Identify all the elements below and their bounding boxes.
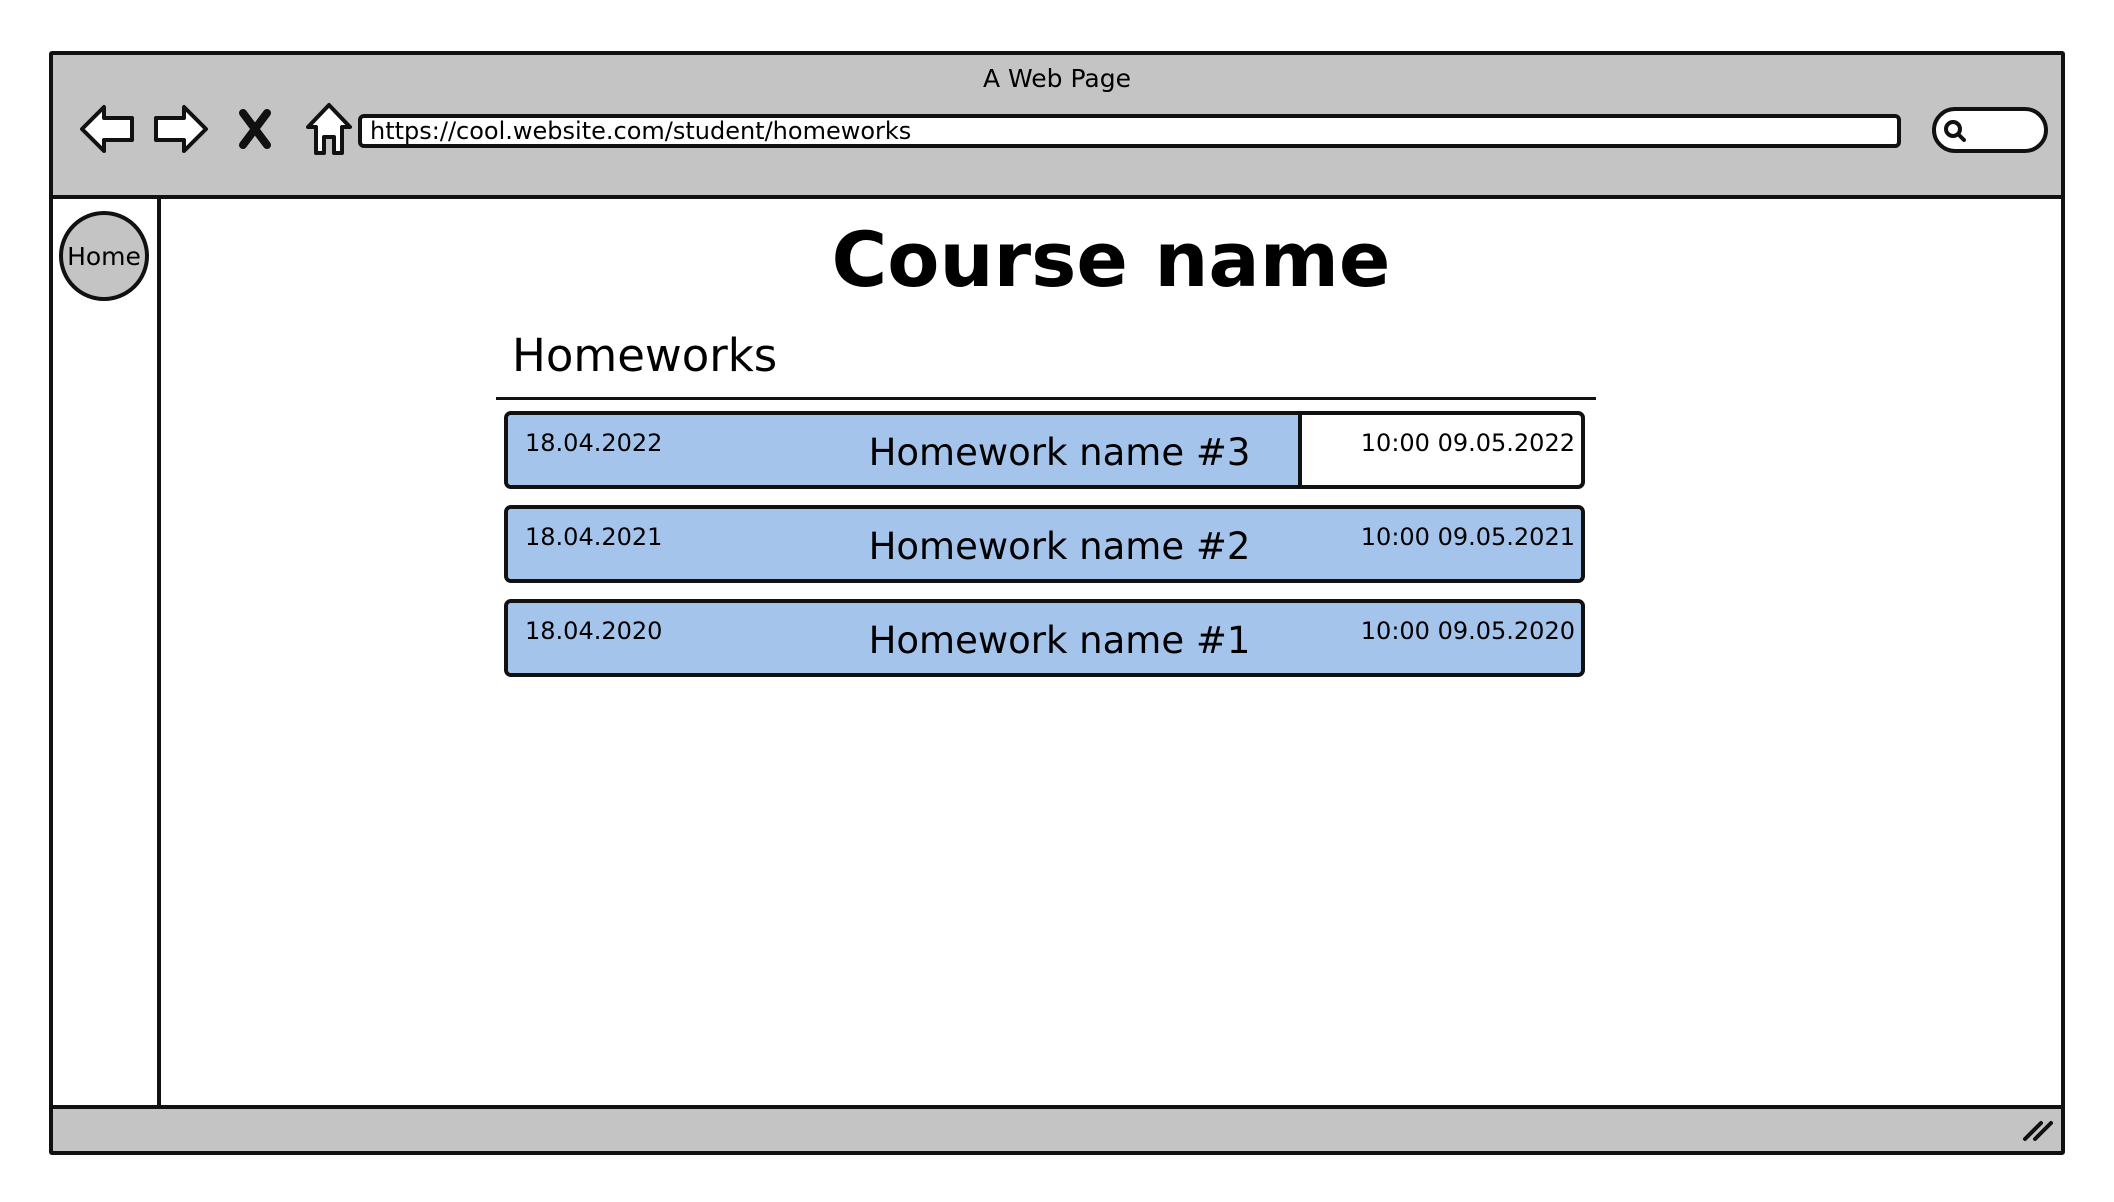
stop-icon[interactable] bbox=[225, 99, 285, 159]
homework-due-date: 10:00 09.05.2021 bbox=[1360, 523, 1575, 551]
homeworks-heading: Homeworks bbox=[512, 329, 778, 382]
search-icon bbox=[1942, 118, 1968, 148]
forward-arrow-icon[interactable] bbox=[151, 99, 211, 159]
page-viewport: Home Course name Homeworks 18.04.2022 Ho… bbox=[53, 195, 2061, 1109]
homework-due-date: 10:00 09.05.2022 bbox=[1360, 429, 1575, 457]
window-title: A Web Page bbox=[982, 64, 1132, 93]
search-field[interactable] bbox=[1932, 107, 2048, 153]
course-title: Course name bbox=[831, 215, 1391, 304]
homework-row[interactable]: 18.04.2022 Homework name #3 10:00 09.05.… bbox=[504, 411, 1585, 489]
url-bar[interactable]: https://cool.website.com/student/homewor… bbox=[358, 114, 1901, 148]
homework-list: 18.04.2022 Homework name #3 10:00 09.05.… bbox=[504, 411, 1585, 693]
homework-due-date: 10:00 09.05.2020 bbox=[1360, 617, 1575, 645]
home-button[interactable]: Home bbox=[59, 211, 149, 301]
section-divider bbox=[496, 397, 1596, 400]
home-icon[interactable] bbox=[299, 99, 359, 159]
sidebar: Home bbox=[53, 199, 161, 1105]
browser-window: A Web Page https://cool.website.com/stud… bbox=[49, 51, 2065, 1155]
back-arrow-icon[interactable] bbox=[77, 99, 137, 159]
browser-nav-controls bbox=[77, 97, 359, 161]
homework-row[interactable]: 18.04.2021 Homework name #2 10:00 09.05.… bbox=[504, 505, 1585, 583]
homework-row[interactable]: 18.04.2020 Homework name #1 10:00 09.05.… bbox=[504, 599, 1585, 677]
resize-grip-icon[interactable] bbox=[2019, 1113, 2055, 1147]
